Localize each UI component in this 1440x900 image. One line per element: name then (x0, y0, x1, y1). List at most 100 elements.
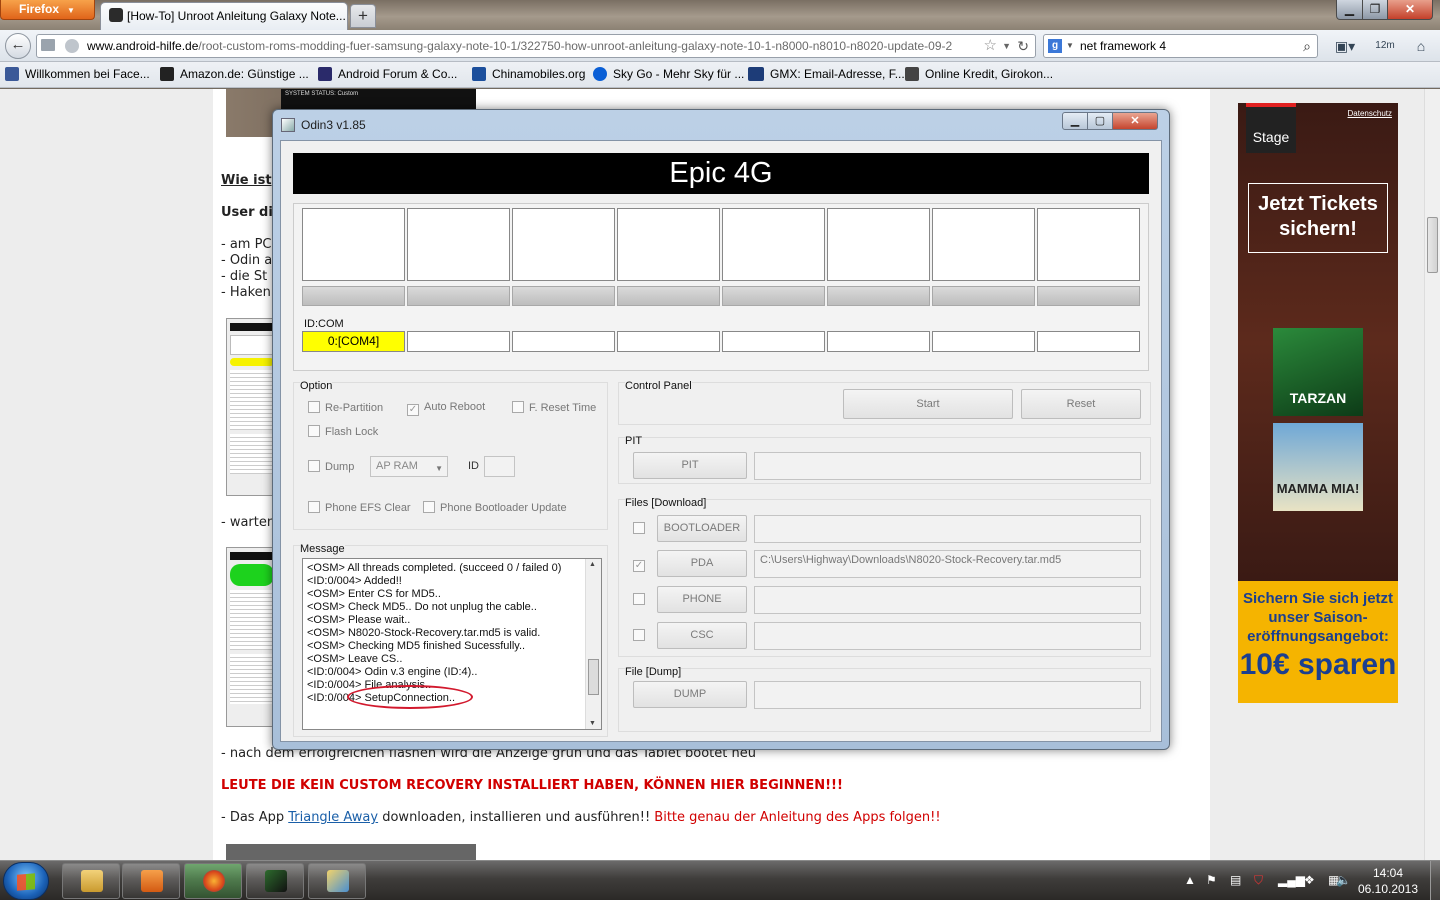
url-bar[interactable]: www.android-hilfe.de/root-custom-roms-mo… (36, 34, 1036, 58)
show-desktop-button[interactable] (1430, 861, 1440, 900)
csc-button[interactable]: CSC (657, 622, 747, 649)
bookmark-label: Chinamobiles.org (492, 67, 586, 81)
bookmark-item[interactable]: Willkommen bei Face... (5, 62, 150, 87)
reload-icon[interactable]: ↻ (1017, 35, 1029, 57)
bookmark-item[interactable]: Online Kredit, Girokon... (905, 62, 1053, 87)
engine-dropdown-icon[interactable]: ▼ (1066, 35, 1074, 57)
privacy-link[interactable]: Datenschutz (1348, 109, 1392, 118)
search-bar[interactable]: g ▼ net framework 4 ⌕ (1043, 34, 1318, 58)
phone-button[interactable]: PHONE (657, 586, 747, 613)
media-player-icon (141, 870, 163, 892)
slot-progress-bar (617, 286, 720, 306)
triangle-away-link[interactable]: Triangle Away (288, 810, 378, 825)
stage-advertisement[interactable]: Stage Datenschutz Jetzt Tickets sichern!… (1238, 103, 1398, 703)
odin-screenshot-thumbnail[interactable] (226, 547, 278, 727)
search-icon[interactable]: ⌕ (1303, 35, 1311, 57)
taskbar-explorer[interactable] (62, 863, 120, 899)
page-scrollbar[interactable] (1424, 89, 1440, 860)
scroll-down-icon[interactable]: ▼ (589, 720, 596, 727)
phone-efs-clear-checkbox[interactable]: Phone EFS Clear (308, 501, 411, 514)
tray-expand-icon[interactable]: ▲ (1184, 873, 1196, 887)
flag-icon[interactable]: ⚑ (1206, 873, 1217, 887)
taskbar-fc-app[interactable] (308, 863, 366, 899)
pda-path-field[interactable]: C:\Users\Highway\Downloads\N8020-Stock-R… (754, 550, 1141, 578)
com-port-box: 0:[COM4] (302, 331, 405, 352)
odin-close-button[interactable]: ✕ (1112, 112, 1158, 130)
stage-logo: Stage (1246, 103, 1296, 153)
control-panel-group: Control Panel Start Reset (618, 380, 1151, 425)
bookmark-item[interactable]: Sky Go - Mehr Sky für ... (593, 62, 744, 87)
pit-button[interactable]: PIT (633, 452, 747, 479)
window-close-button[interactable]: ✕ (1387, 0, 1433, 20)
message-scroll-thumb[interactable] (588, 659, 599, 695)
pda-checkbox[interactable]: ✓ (633, 557, 650, 572)
bookmark-item[interactable]: GMX: Email-Adresse, F... (748, 62, 905, 87)
dump-type-select[interactable]: AP RAM ▼ (370, 456, 448, 477)
tab-active[interactable]: [How-To] Unroot Anleitung Galaxy Note... (100, 2, 348, 30)
id-input[interactable] (484, 456, 515, 477)
bookmark-item[interactable]: Amazon.de: Günstige ... (160, 62, 309, 87)
security-shield-icon[interactable]: ⛉ (1254, 873, 1263, 888)
auto-reboot-checkbox[interactable]: ✓ Auto Reboot (407, 401, 485, 416)
dump-type-value: AP RAM (376, 460, 418, 472)
odin-app-icon (281, 118, 295, 132)
printer-icon[interactable]: ▤ (1230, 873, 1241, 887)
url-dropdown-icon[interactable]: ▼ (1002, 35, 1011, 57)
message-scrollbar[interactable]: ▲ ▼ (585, 559, 601, 729)
re-partition-checkbox[interactable]: Re-Partition (308, 401, 383, 414)
dump-button[interactable]: DUMP (633, 681, 747, 708)
odin-minimize-button[interactable]: ▁ (1062, 112, 1088, 130)
csc-path-field[interactable] (754, 622, 1141, 650)
bootloader-button[interactable]: BOOTLOADER (657, 515, 747, 542)
download-status-icon[interactable]: 12m (1372, 34, 1398, 58)
odin-maximize-button[interactable]: ▢ (1087, 112, 1113, 130)
clock[interactable]: 14:04 06.10.2013 (1353, 865, 1423, 897)
back-button[interactable]: ← (5, 33, 31, 59)
chevron-down-icon: ▼ (435, 464, 443, 473)
ad-offer-price: 10€ sparen (1239, 648, 1397, 681)
start-button[interactable] (3, 862, 49, 900)
phone-checkbox[interactable] (633, 593, 650, 606)
slot-progress-bar (512, 286, 615, 306)
bookmark-star-icon[interactable]: ☆ (984, 35, 997, 57)
dump-path-field[interactable] (754, 681, 1141, 709)
slot-status-box (617, 208, 720, 281)
phone-bootloader-update-checkbox[interactable]: Phone Bootloader Update (423, 501, 567, 514)
firefox-menu-button[interactable]: Firefox ▼ (0, 0, 95, 20)
flash-lock-checkbox[interactable]: Flash Lock (308, 425, 378, 438)
f-reset-time-checkbox[interactable]: F. Reset Time (512, 401, 596, 414)
google-engine-icon[interactable]: g (1048, 39, 1062, 53)
phone-path-field[interactable] (754, 586, 1141, 614)
dump-checkbox[interactable]: Dump (308, 460, 354, 473)
bootloader-checkbox[interactable] (633, 522, 650, 535)
window-minimize-button[interactable]: ▁ (1336, 0, 1363, 20)
pda-button[interactable]: PDA (657, 550, 747, 577)
window-maximize-button[interactable]: ❐ (1362, 0, 1388, 20)
volume-icon[interactable]: 🔈 (1336, 873, 1351, 887)
scroll-up-icon[interactable]: ▲ (589, 561, 596, 568)
dropbox-icon[interactable]: ❖ (1304, 873, 1315, 887)
reset-button[interactable]: Reset (1021, 389, 1141, 419)
start-button[interactable]: Start (843, 389, 1013, 419)
bookmark-item[interactable]: Chinamobiles.org (472, 62, 585, 87)
pit-path-field[interactable] (754, 452, 1141, 480)
new-tab-button[interactable]: + (350, 4, 376, 28)
odin-window: Odin3 v1.85 ▁ ▢ ✕ Epic 4G ID:COM 0:[COM4… (272, 109, 1170, 750)
taskbar-odin[interactable] (246, 863, 304, 899)
home-icon[interactable]: ⌂ (1408, 34, 1434, 58)
taskbar-media-player[interactable] (122, 863, 180, 899)
bookmarks-menu-icon[interactable]: ▣▾ (1328, 34, 1362, 58)
search-input[interactable]: net framework 4 (1080, 39, 1166, 53)
facebook-icon (5, 67, 19, 81)
message-log[interactable]: <OSM> All threads completed. (succeed 0 … (302, 558, 602, 730)
csc-checkbox[interactable] (633, 629, 650, 642)
page-scroll-thumb[interactable] (1427, 217, 1438, 273)
message-group: Message <OSM> All threads completed. (su… (293, 543, 608, 737)
slot-progress-bar (827, 286, 930, 306)
signal-icon[interactable]: ▂▄▆ (1278, 873, 1305, 887)
bookmark-label: Sky Go - Mehr Sky für ... (613, 67, 745, 81)
bootloader-path-field[interactable] (754, 515, 1141, 543)
taskbar-firefox[interactable] (184, 863, 242, 899)
bookmark-item[interactable]: Android Forum & Co... (318, 62, 457, 87)
odin-screenshot-thumbnail[interactable] (226, 318, 278, 496)
